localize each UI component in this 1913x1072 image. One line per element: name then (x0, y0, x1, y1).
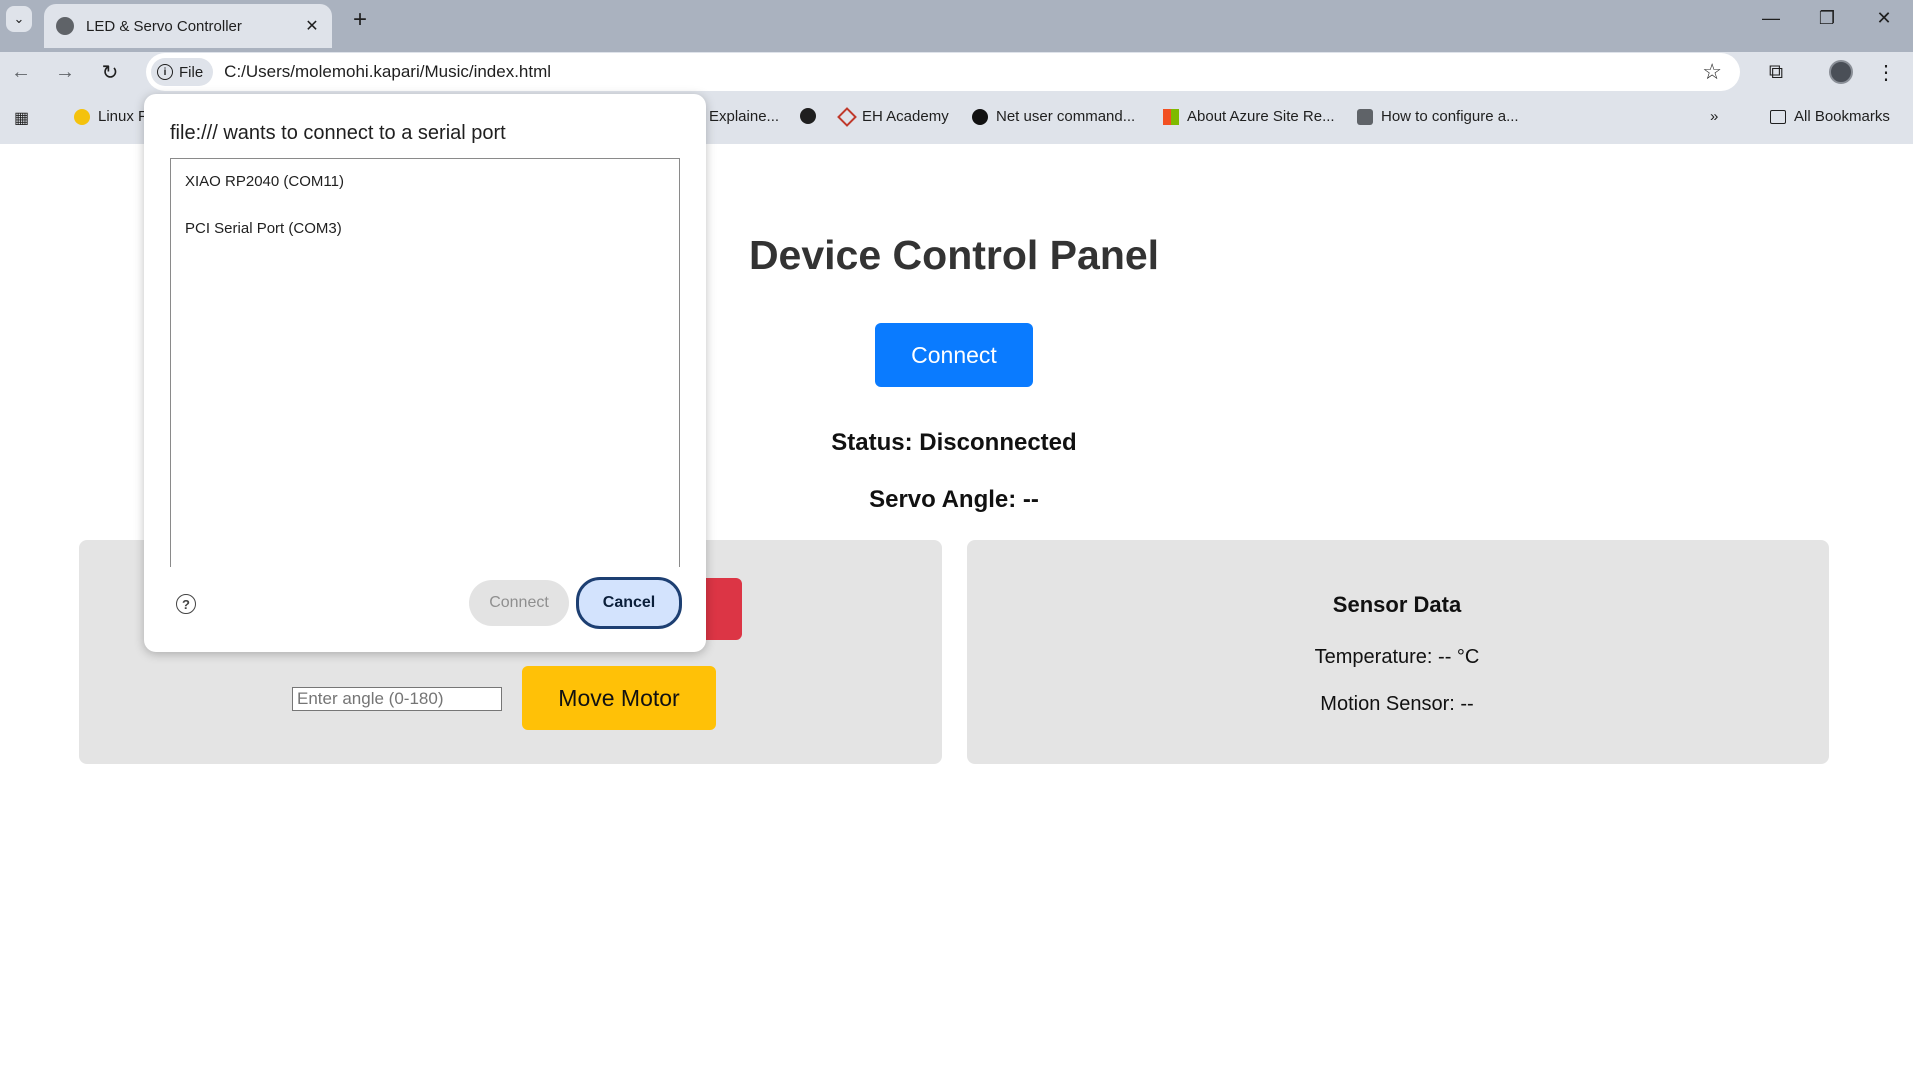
all-bookmarks-folder[interactable]: All Bookmarks (1770, 108, 1890, 125)
restore-button[interactable]: ❐ (1805, 4, 1849, 32)
serial-port-dialog: file:/// wants to connect to a serial po… (144, 94, 706, 652)
bookmark-item[interactable]: About Azure Site Re... (1163, 108, 1335, 125)
motion-sensor-text: Motion Sensor: -- (1320, 693, 1474, 715)
angle-input[interactable] (292, 687, 502, 711)
apps-grid-icon[interactable]: ▦ (14, 108, 29, 128)
move-motor-button[interactable]: Move Motor (522, 666, 716, 730)
extensions-icon[interactable]: ⧉ (1760, 56, 1792, 88)
globe-icon (800, 108, 816, 124)
bookmark-item[interactable] (800, 108, 824, 124)
tab-strip: ⌄ LED & Servo Controller ✕ + — ❐ ✕ (0, 0, 1913, 52)
bookmark-item[interactable]: EH Academy (837, 106, 949, 127)
dot-icon (972, 108, 988, 125)
close-window-button[interactable]: ✕ (1862, 4, 1906, 32)
browser-toolbar: ← → ↻ i File C:/Users/molemohi.kapari/Mu… (0, 52, 1913, 92)
forward-button[interactable]: → (49, 56, 81, 88)
reload-button[interactable]: ↻ (94, 56, 126, 88)
globe-icon (56, 17, 74, 35)
tab-title: LED & Servo Controller (86, 17, 242, 35)
port-list[interactable]: XIAO RP2040 (COM11) PCI Serial Port (COM… (170, 158, 680, 567)
port-item[interactable]: XIAO RP2040 (COM11) (185, 173, 344, 190)
bookmark-item[interactable]: How to configure a... (1357, 108, 1519, 125)
port-item[interactable]: PCI Serial Port (COM3) (185, 220, 342, 237)
more-bookmarks-icon[interactable]: » (1710, 108, 1718, 125)
new-tab-button[interactable]: + (346, 6, 374, 34)
linux-icon (74, 108, 90, 125)
tab-close-icon[interactable]: ✕ (300, 14, 324, 38)
dialog-cancel-button[interactable]: Cancel (576, 577, 682, 629)
site-info-label: File (179, 63, 204, 81)
bookmark-item[interactable]: Explaine... (709, 108, 779, 125)
all-bookmarks-label: All Bookmarks (1794, 108, 1890, 125)
site-info-chip[interactable]: i File (151, 58, 214, 86)
bookmark-label: Linux F (98, 108, 148, 125)
bookmark-item[interactable]: Net user command... (972, 108, 1135, 125)
temperature-text: Temperature: -- °C (1314, 646, 1480, 668)
connect-button[interactable]: Connect (875, 323, 1033, 387)
dialog-connect-button[interactable]: Connect (469, 580, 569, 626)
bookmark-label: Net user command... (996, 108, 1136, 125)
page-icon (1357, 108, 1373, 125)
profile-avatar[interactable] (1829, 60, 1853, 84)
help-icon[interactable]: ? (176, 594, 196, 614)
folder-icon (1770, 109, 1786, 124)
microsoft-icon (1163, 108, 1179, 125)
minimize-button[interactable]: — (1749, 4, 1793, 32)
back-button[interactable]: ← (5, 56, 37, 88)
tab-active[interactable]: LED & Servo Controller ✕ (44, 4, 332, 48)
bookmark-label: How to configure a... (1381, 108, 1519, 125)
dialog-title: file:/// wants to connect to a serial po… (170, 122, 506, 144)
bookmark-label: About Azure Site Re... (1187, 108, 1335, 125)
tab-search-chevron-icon[interactable]: ⌄ (6, 6, 32, 32)
eh-academy-icon (837, 106, 857, 127)
bookmark-label: EH Academy (862, 108, 949, 125)
info-icon: i (157, 64, 173, 80)
url-text[interactable]: C:/Users/molemohi.kapari/Music/index.htm… (224, 62, 551, 82)
sensor-data-title: Sensor Data (1332, 592, 1462, 617)
bookmark-star-icon[interactable]: ☆ (1702, 59, 1722, 85)
menu-kebab-icon[interactable]: ⋮ (1870, 56, 1902, 88)
address-bar[interactable]: i File C:/Users/molemohi.kapari/Music/in… (146, 53, 1740, 91)
bookmark-label: Explaine... (709, 108, 780, 125)
bookmark-item[interactable]: Linux F (74, 108, 147, 125)
